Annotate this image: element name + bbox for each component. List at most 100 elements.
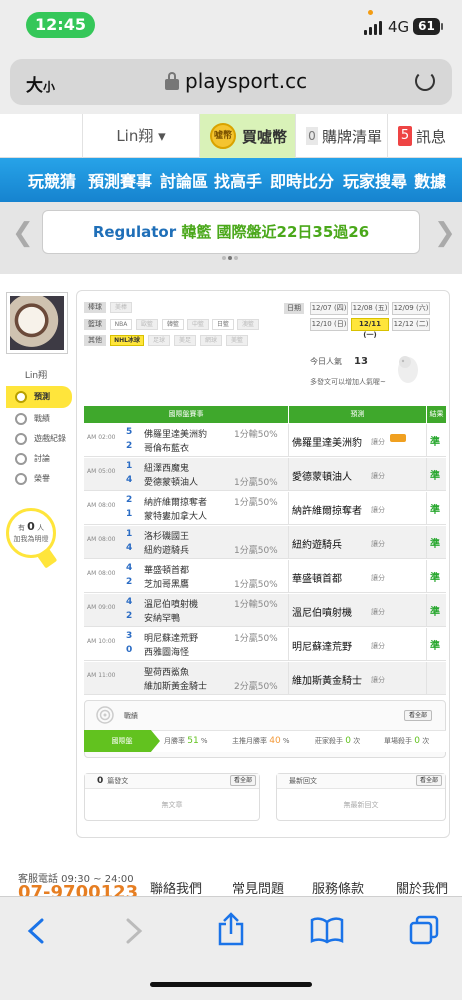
profile-username: Lin翔 [24, 371, 48, 381]
battery-icon: 61 [413, 18, 440, 35]
table-row[interactable]: AM 08:00 4 2 華盛頓首都 芝加哥黑鷹 1分贏50% 華盛頓首都 讓分準 [84, 560, 446, 593]
table-row[interactable]: AM 02:00 5 2 佛羅里達美洲豹 哥倫布藍衣 1分輸50% 佛羅里達美洲豹 讓分準 [84, 424, 446, 457]
date-1209[interactable]: 12/09 (六) [392, 302, 430, 315]
text-size-button[interactable]: 大小 [26, 71, 55, 96]
url-bar[interactable]: 大小 playsport.cc [10, 59, 452, 105]
predicted-team: 愛德蒙頓油人 [292, 472, 352, 483]
posts-more-button[interactable]: 看全部 [230, 775, 256, 786]
tabs-icon[interactable] [408, 914, 440, 946]
sidebar-item-discuss[interactable]: 討論 [6, 448, 72, 470]
date-1208[interactable]: 12/08 (五) [351, 302, 389, 315]
result-mark: 準 [430, 437, 440, 448]
handicap-line: 1分贏50% [234, 546, 278, 556]
handicap-line: 1分輸50% [234, 430, 278, 440]
filter-japan-basketball[interactable]: 日籃 [212, 319, 234, 330]
filter-soccer[interactable]: 足球 [148, 335, 170, 346]
buy-coins-button[interactable]: 噓幣 買噓幣 [200, 114, 296, 158]
filter-nba[interactable]: NBA [110, 319, 132, 330]
url-host[interactable]: playsport.cc [185, 69, 307, 93]
share-icon[interactable] [216, 912, 246, 946]
sidebar-item-record[interactable]: 戰績 [6, 408, 72, 430]
messages-button[interactable]: 5 訊息 [388, 114, 462, 158]
date-1211[interactable]: 12/11 (一) [351, 318, 389, 339]
filter-china-basketball[interactable]: 中籃 [187, 319, 209, 330]
sidebar-item-game-log[interactable]: 遊戲紀錄 [6, 428, 72, 450]
predicted-team: 維加斯黃金騎士 [292, 676, 362, 687]
lock-icon [165, 72, 179, 90]
replies-more-button[interactable]: 看全部 [416, 775, 442, 786]
column-divider [426, 594, 427, 627]
stat-single-killer: 單場殺手 0 次 [384, 736, 430, 746]
predicted-team: 華盛頓首都 [292, 574, 342, 585]
chevron-right-icon[interactable]: ❯ [434, 218, 456, 248]
main-nav: 玩競猜 預測賽事 討論區 找高手 即時比分 玩家搜尋 數據 [0, 158, 462, 202]
filter-label-other: 其他 [84, 335, 106, 346]
filter-nhl[interactable]: NHL冰球 [110, 335, 144, 346]
user-dropdown[interactable]: Lin翔 ▾ [82, 114, 200, 158]
nav-play[interactable]: 玩競猜 [28, 168, 76, 192]
sidebar-item-predict[interactable]: 預測 [6, 386, 72, 408]
footer-contact-link[interactable]: 聯絡我們 [150, 878, 202, 897]
column-divider [288, 628, 289, 661]
reload-icon[interactable] [415, 71, 435, 91]
network-type: 4G [388, 18, 410, 36]
date-1210[interactable]: 12/10 (日) [310, 318, 348, 331]
handicap-line: 1分贏50% [234, 634, 278, 644]
result-mark: 準 [430, 505, 440, 516]
promo-banner[interactable]: Regulator 韓籃 國際盤近22日35過26 [42, 210, 420, 254]
record-tag: 國際盤 [84, 730, 160, 752]
filter-mlb[interactable]: 美棒 [110, 302, 132, 313]
filter-aus-basketball[interactable]: 澳籃 [237, 319, 259, 330]
nav-live-score[interactable]: 即時比分 [270, 168, 334, 192]
bookmarks-icon[interactable] [310, 916, 344, 944]
table-row[interactable]: AM 08:00 1 4 洛杉磯國王 紐約遊騎兵 1分贏50% 紐約遊騎兵 讓分 準 [84, 526, 446, 559]
status-time: 12:45 [26, 12, 95, 38]
nav-predict[interactable]: 預測賽事 [88, 168, 152, 192]
column-divider [426, 526, 427, 559]
table-row[interactable]: AM 09:00 4 2 溫尼伯噴射機 安納罕鴨 1分輸50% 溫尼伯噴射機 讓分準 [84, 594, 446, 627]
nav-experts[interactable]: 找高手 [214, 168, 262, 192]
score-home: 5 [126, 427, 133, 437]
filter-euro-basketball[interactable]: 歐籃 [136, 319, 158, 330]
nav-player-search[interactable]: 玩家搜尋 [343, 168, 407, 192]
match-time: AM 10:00 [87, 638, 116, 645]
footer-about-link[interactable]: 關於我們 [396, 878, 448, 897]
avatar[interactable] [6, 292, 68, 354]
purchase-list-button[interactable]: 0 購牌清單 [296, 114, 388, 158]
table-row[interactable]: AM 10:00 3 0 明尼蘇達荒野 西雅圖海怪 1分贏50% 明尼蘇達荒野 讓分準 [84, 628, 446, 661]
team-away: 愛德蒙頓油人 [144, 478, 199, 488]
message-count-badge: 5 [398, 126, 412, 146]
stat-banker-killer: 莊家殺手 0 次 [315, 736, 361, 746]
filter-label-baseball: 棒球 [84, 302, 106, 313]
filter-korea-basketball[interactable]: 韓籃 [162, 319, 184, 330]
col-header-matches: 國際盤賽事 [84, 406, 288, 423]
predicted-team: 紐約遊騎兵 [292, 540, 342, 551]
footer-terms-link[interactable]: 服務條款 [312, 878, 364, 897]
sidebar-item-honor[interactable]: 榮譽 [6, 468, 72, 490]
record-more-button[interactable]: 看全部 [404, 710, 432, 721]
result-mark: 準 [430, 607, 440, 618]
filter-ncaa[interactable]: 美籃 [226, 335, 248, 346]
medal-icon [15, 473, 27, 485]
table-row[interactable]: AM 08:00 2 1 納許維爾掠奪者 蒙特婁加拿大人 1分贏50% 納許維爾掠奪者 讓分準 [84, 492, 446, 525]
nav-data[interactable]: 數據 [414, 168, 446, 192]
record-icon [15, 433, 27, 445]
team-away: 維加斯黃金騎士 [144, 682, 208, 692]
table-row[interactable]: AM 05:00 1 4 紐澤西魔鬼 愛德蒙頓油人 1分贏50% 愛德蒙頓油人 讓分 準 [84, 458, 446, 491]
filter-tennis[interactable]: 網球 [200, 335, 222, 346]
footer-faq-link[interactable]: 常見問題 [232, 878, 284, 897]
predicted-team: 佛羅里達美洲豹 [292, 438, 362, 449]
table-row[interactable]: AM 11:00 聖荷西鯊魚 維加斯黃金騎士 2分贏50% 維加斯黃金騎士 讓分 [84, 662, 446, 695]
back-icon[interactable] [26, 918, 46, 944]
score-home: 4 [126, 563, 133, 573]
nav-forum[interactable]: 討論區 [160, 168, 208, 192]
result-mark: 準 [430, 539, 440, 550]
date-1212[interactable]: 12/12 (二) [392, 318, 430, 331]
filter-football[interactable]: 美足 [174, 335, 196, 346]
handicap-line: 1分輸50% [234, 600, 278, 610]
chevron-left-icon[interactable]: ❮ [12, 218, 34, 248]
mascot-icon [398, 356, 418, 383]
date-1207[interactable]: 12/07 (四) [310, 302, 348, 315]
forward-icon[interactable] [124, 918, 144, 944]
column-divider [426, 492, 427, 525]
